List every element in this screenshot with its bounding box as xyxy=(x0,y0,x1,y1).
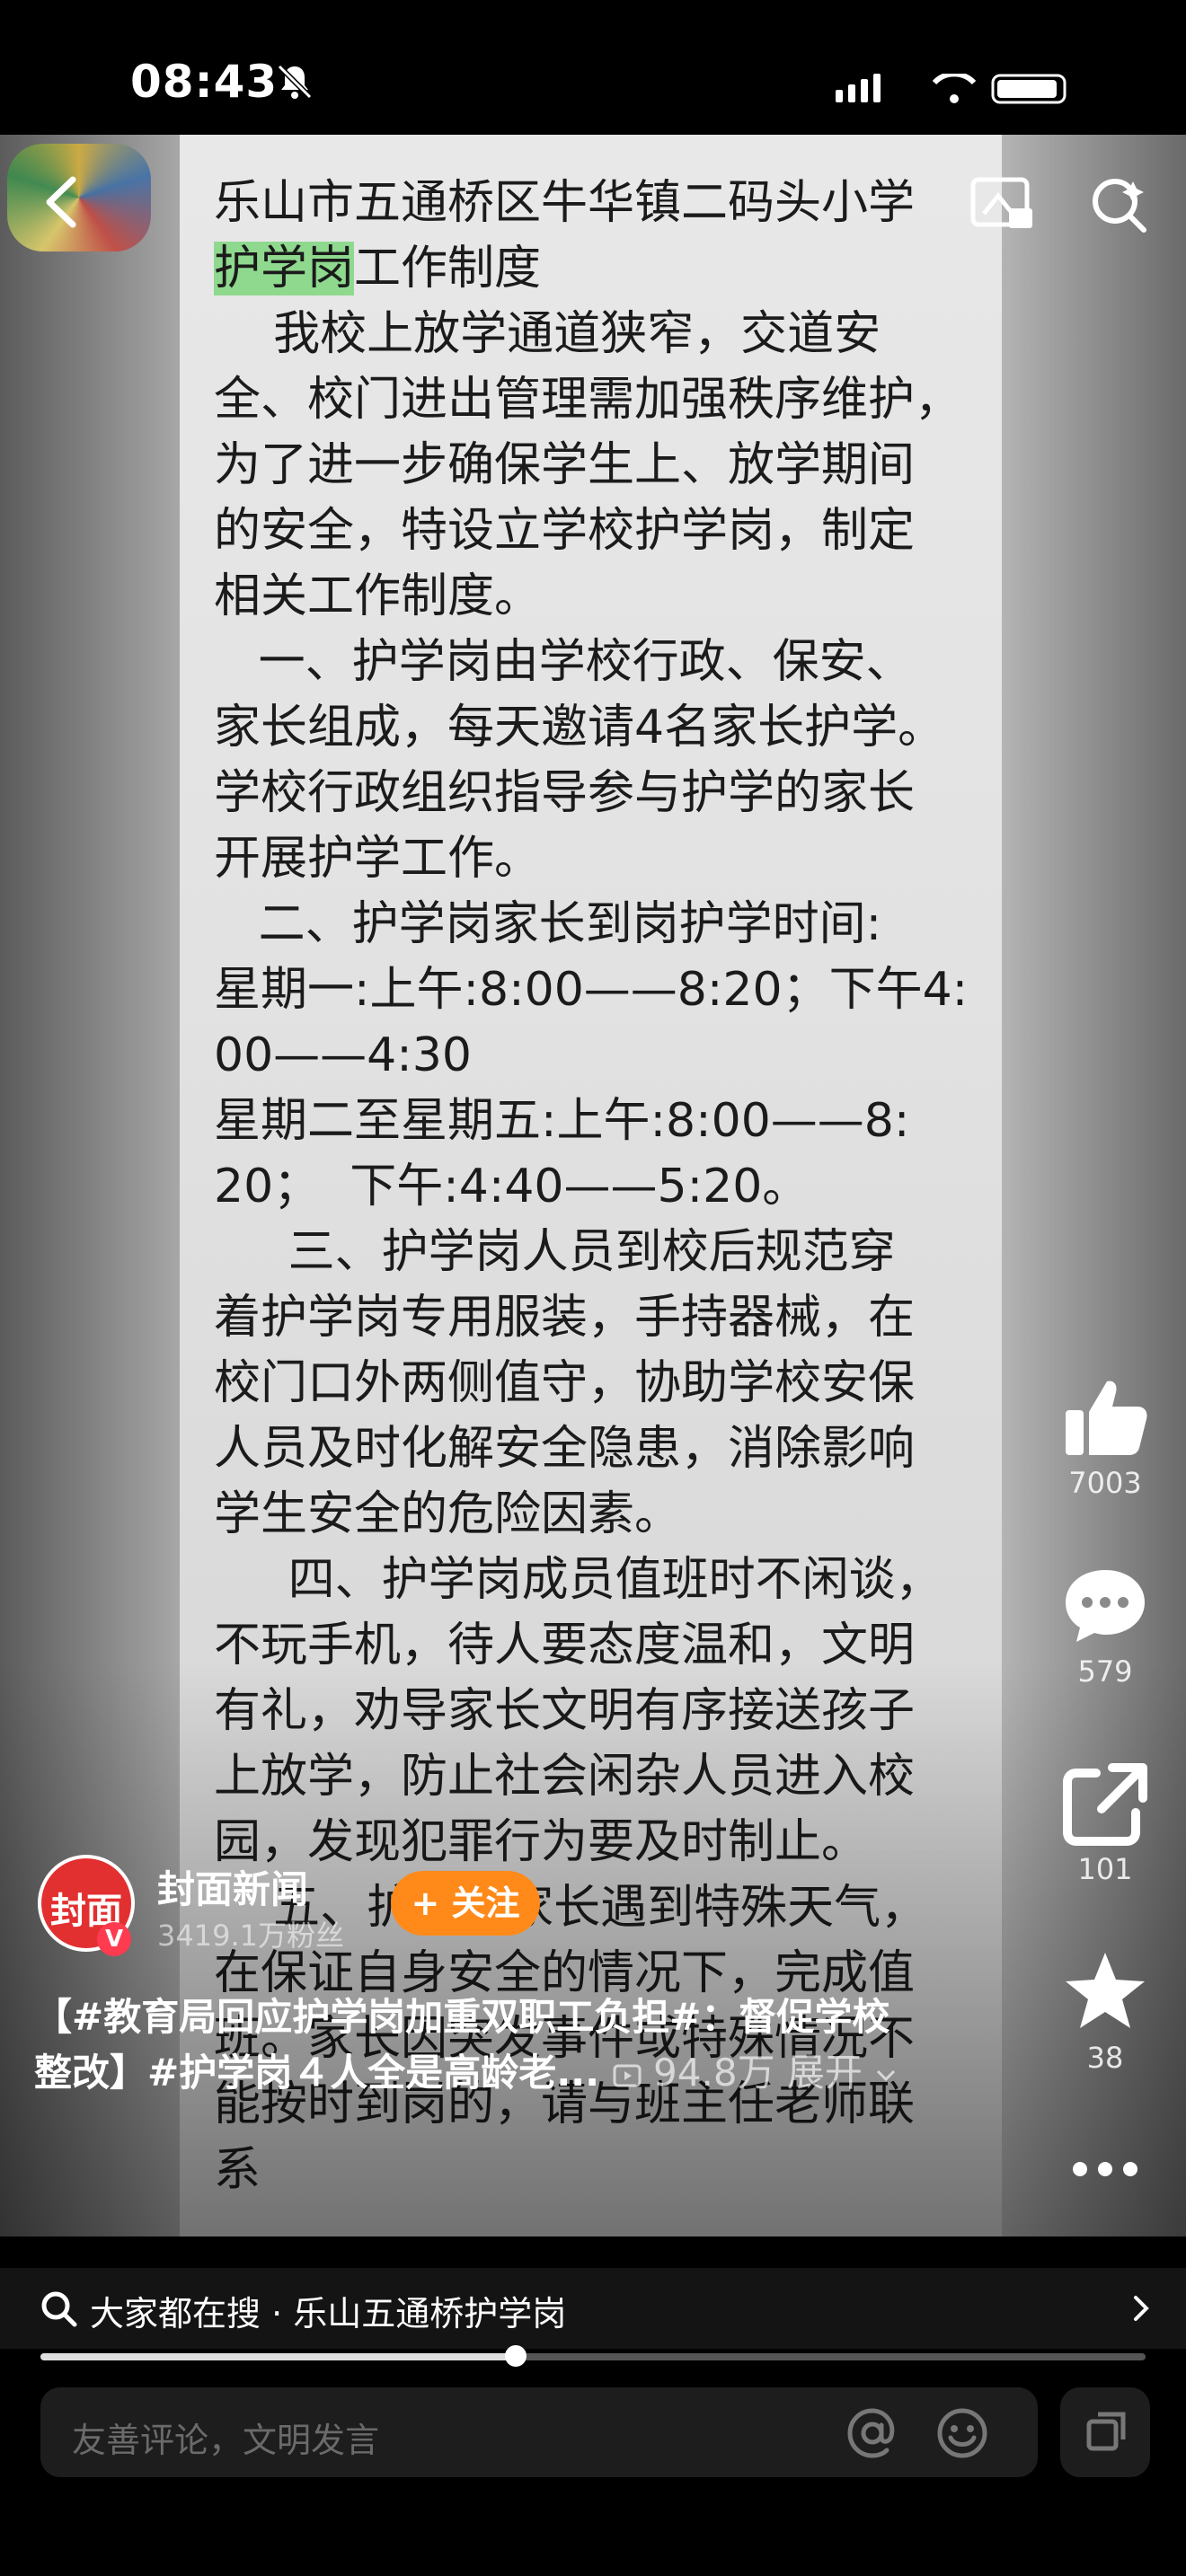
document-line: 的安全，特设立学校护学岗，制定 xyxy=(214,504,916,558)
document-line: 我校上放学通道狭窄，交道安 xyxy=(214,307,881,361)
back-arrow-icon[interactable] xyxy=(31,171,94,234)
like-action[interactable]: 7003 xyxy=(1051,1374,1159,1500)
document-line: 学生安全的危险因素。 xyxy=(214,1487,682,1541)
share-icon xyxy=(1063,1763,1147,1846)
comment-placeholder: 友善评论，文明发言 xyxy=(72,2421,380,2460)
caption-line-2-text: 整改】#护学岗４人全是高龄老... xyxy=(34,2051,600,2095)
expand-icon xyxy=(1086,2412,1126,2451)
document-line: 00——4:30 xyxy=(214,1028,472,1082)
caption-stats: 94.8万 展开 xyxy=(653,2051,863,2095)
document-line: 星期一:上午:8:00——8:20；下午4: xyxy=(214,963,969,1017)
author-fans: 3419.1万粉丝 xyxy=(157,1919,344,1953)
share-count: 101 xyxy=(1077,1852,1133,1886)
document-line: 人员及时化解安全隐患，消除影响 xyxy=(214,1422,916,1476)
comment-count: 579 xyxy=(1077,1654,1133,1689)
document-line: 开展护学工作。 xyxy=(214,832,542,886)
status-bar: 08:43 xyxy=(0,0,1186,135)
favorite-action[interactable]: 38 xyxy=(1051,1949,1159,2075)
document-line: 校门口外两侧值守，协助学校安保 xyxy=(214,1356,916,1410)
document-line: 学校行政组织指导参与护学的家长 xyxy=(214,766,916,820)
document-line: 着护学岗专用服装，手持器械，在 xyxy=(214,1291,916,1345)
status-indicators-icon xyxy=(836,74,1067,104)
status-time: 08:43 xyxy=(130,56,279,108)
caption-expand[interactable]: 94.8万 展开 xyxy=(613,2051,898,2095)
comment-bubble-icon xyxy=(1066,1570,1145,1642)
document-line: 二、护学岗家长到岗护学时间: xyxy=(214,897,882,951)
emoji-icon[interactable] xyxy=(934,2405,990,2461)
share-action[interactable]: 101 xyxy=(1051,1760,1159,1886)
document-line: 护学岗工作制度 xyxy=(214,236,987,302)
comment-action[interactable]: 579 xyxy=(1051,1563,1159,1689)
document-line: 星期二至星期五:上午:8:00——8: xyxy=(214,1094,910,1148)
document-line: 为了进一步确保学生上、放学期间 xyxy=(214,438,916,492)
author-name[interactable]: 封面新闻 xyxy=(157,1859,308,1914)
search-icon[interactable] xyxy=(1083,169,1155,241)
related-search-text: 大家都在搜 · 乐山五通桥护学岗 xyxy=(90,2294,567,2333)
document-line: 全、校门进出管理需加强秩序维护， xyxy=(214,373,962,427)
verified-badge-icon: V xyxy=(97,1922,131,1956)
bell-muted-icon xyxy=(277,64,313,100)
video-caption[interactable]: 【#教育局回应护学岗加重双职工负担#：督促学校 整改】#护学岗４人全是高龄老..… xyxy=(34,1989,987,2101)
favorite-count: 38 xyxy=(1086,2041,1124,2075)
progress-handle[interactable] xyxy=(504,2345,527,2367)
caption-line-1: 【#教育局回应护学岗加重双职工负担#：督促学校 xyxy=(34,1995,890,2039)
expand-button[interactable] xyxy=(1060,2387,1150,2477)
comment-input[interactable]: 友善评论，文明发言 xyxy=(40,2387,1038,2477)
more-action[interactable] xyxy=(1051,2156,1159,2183)
like-count: 7003 xyxy=(1068,1466,1142,1500)
video-progress-bar[interactable] xyxy=(40,2345,1146,2367)
search-icon xyxy=(41,2291,77,2327)
document-line: 四、护学岗成员值班时不闲谈， xyxy=(214,1553,943,1607)
star-icon xyxy=(1066,1953,1145,2028)
title-rest: 工作制度 xyxy=(354,242,542,296)
thumbs-up-icon xyxy=(1066,1381,1147,1455)
video-watermark xyxy=(305,1168,934,1266)
document-title: 乐山市五通桥区牛华镇二码头小学 xyxy=(214,176,916,230)
document-line: 一、护学岗由学校行政、保安、 xyxy=(214,635,913,689)
related-search-bar[interactable]: 大家都在搜 · 乐山五通桥护学岗 xyxy=(0,2268,1186,2349)
at-mention-icon[interactable] xyxy=(845,2405,900,2461)
play-count-icon xyxy=(613,2064,642,2087)
title-highlight: 护学岗 xyxy=(214,242,355,296)
document-line: 相关工作制度。 xyxy=(214,569,542,623)
chevron-down-icon xyxy=(877,2069,896,2082)
comment-bar: 友善评论，文明发言 xyxy=(0,2371,1186,2576)
chevron-right-icon xyxy=(1134,2296,1149,2321)
screen-cast-icon[interactable] xyxy=(966,169,1038,241)
progress-fill xyxy=(40,2353,516,2360)
follow-button[interactable]: + 关注 xyxy=(391,1871,540,1936)
document-line: 家长组成，每天邀请4名家长护学。 xyxy=(214,701,945,754)
document-line: 乐山市五通桥区牛华镇二码头小学 xyxy=(214,171,987,236)
caption-line-2: 整改】#护学岗４人全是高龄老... 94.8万 展开 xyxy=(34,2045,987,2101)
more-dots-icon xyxy=(1073,2162,1137,2176)
